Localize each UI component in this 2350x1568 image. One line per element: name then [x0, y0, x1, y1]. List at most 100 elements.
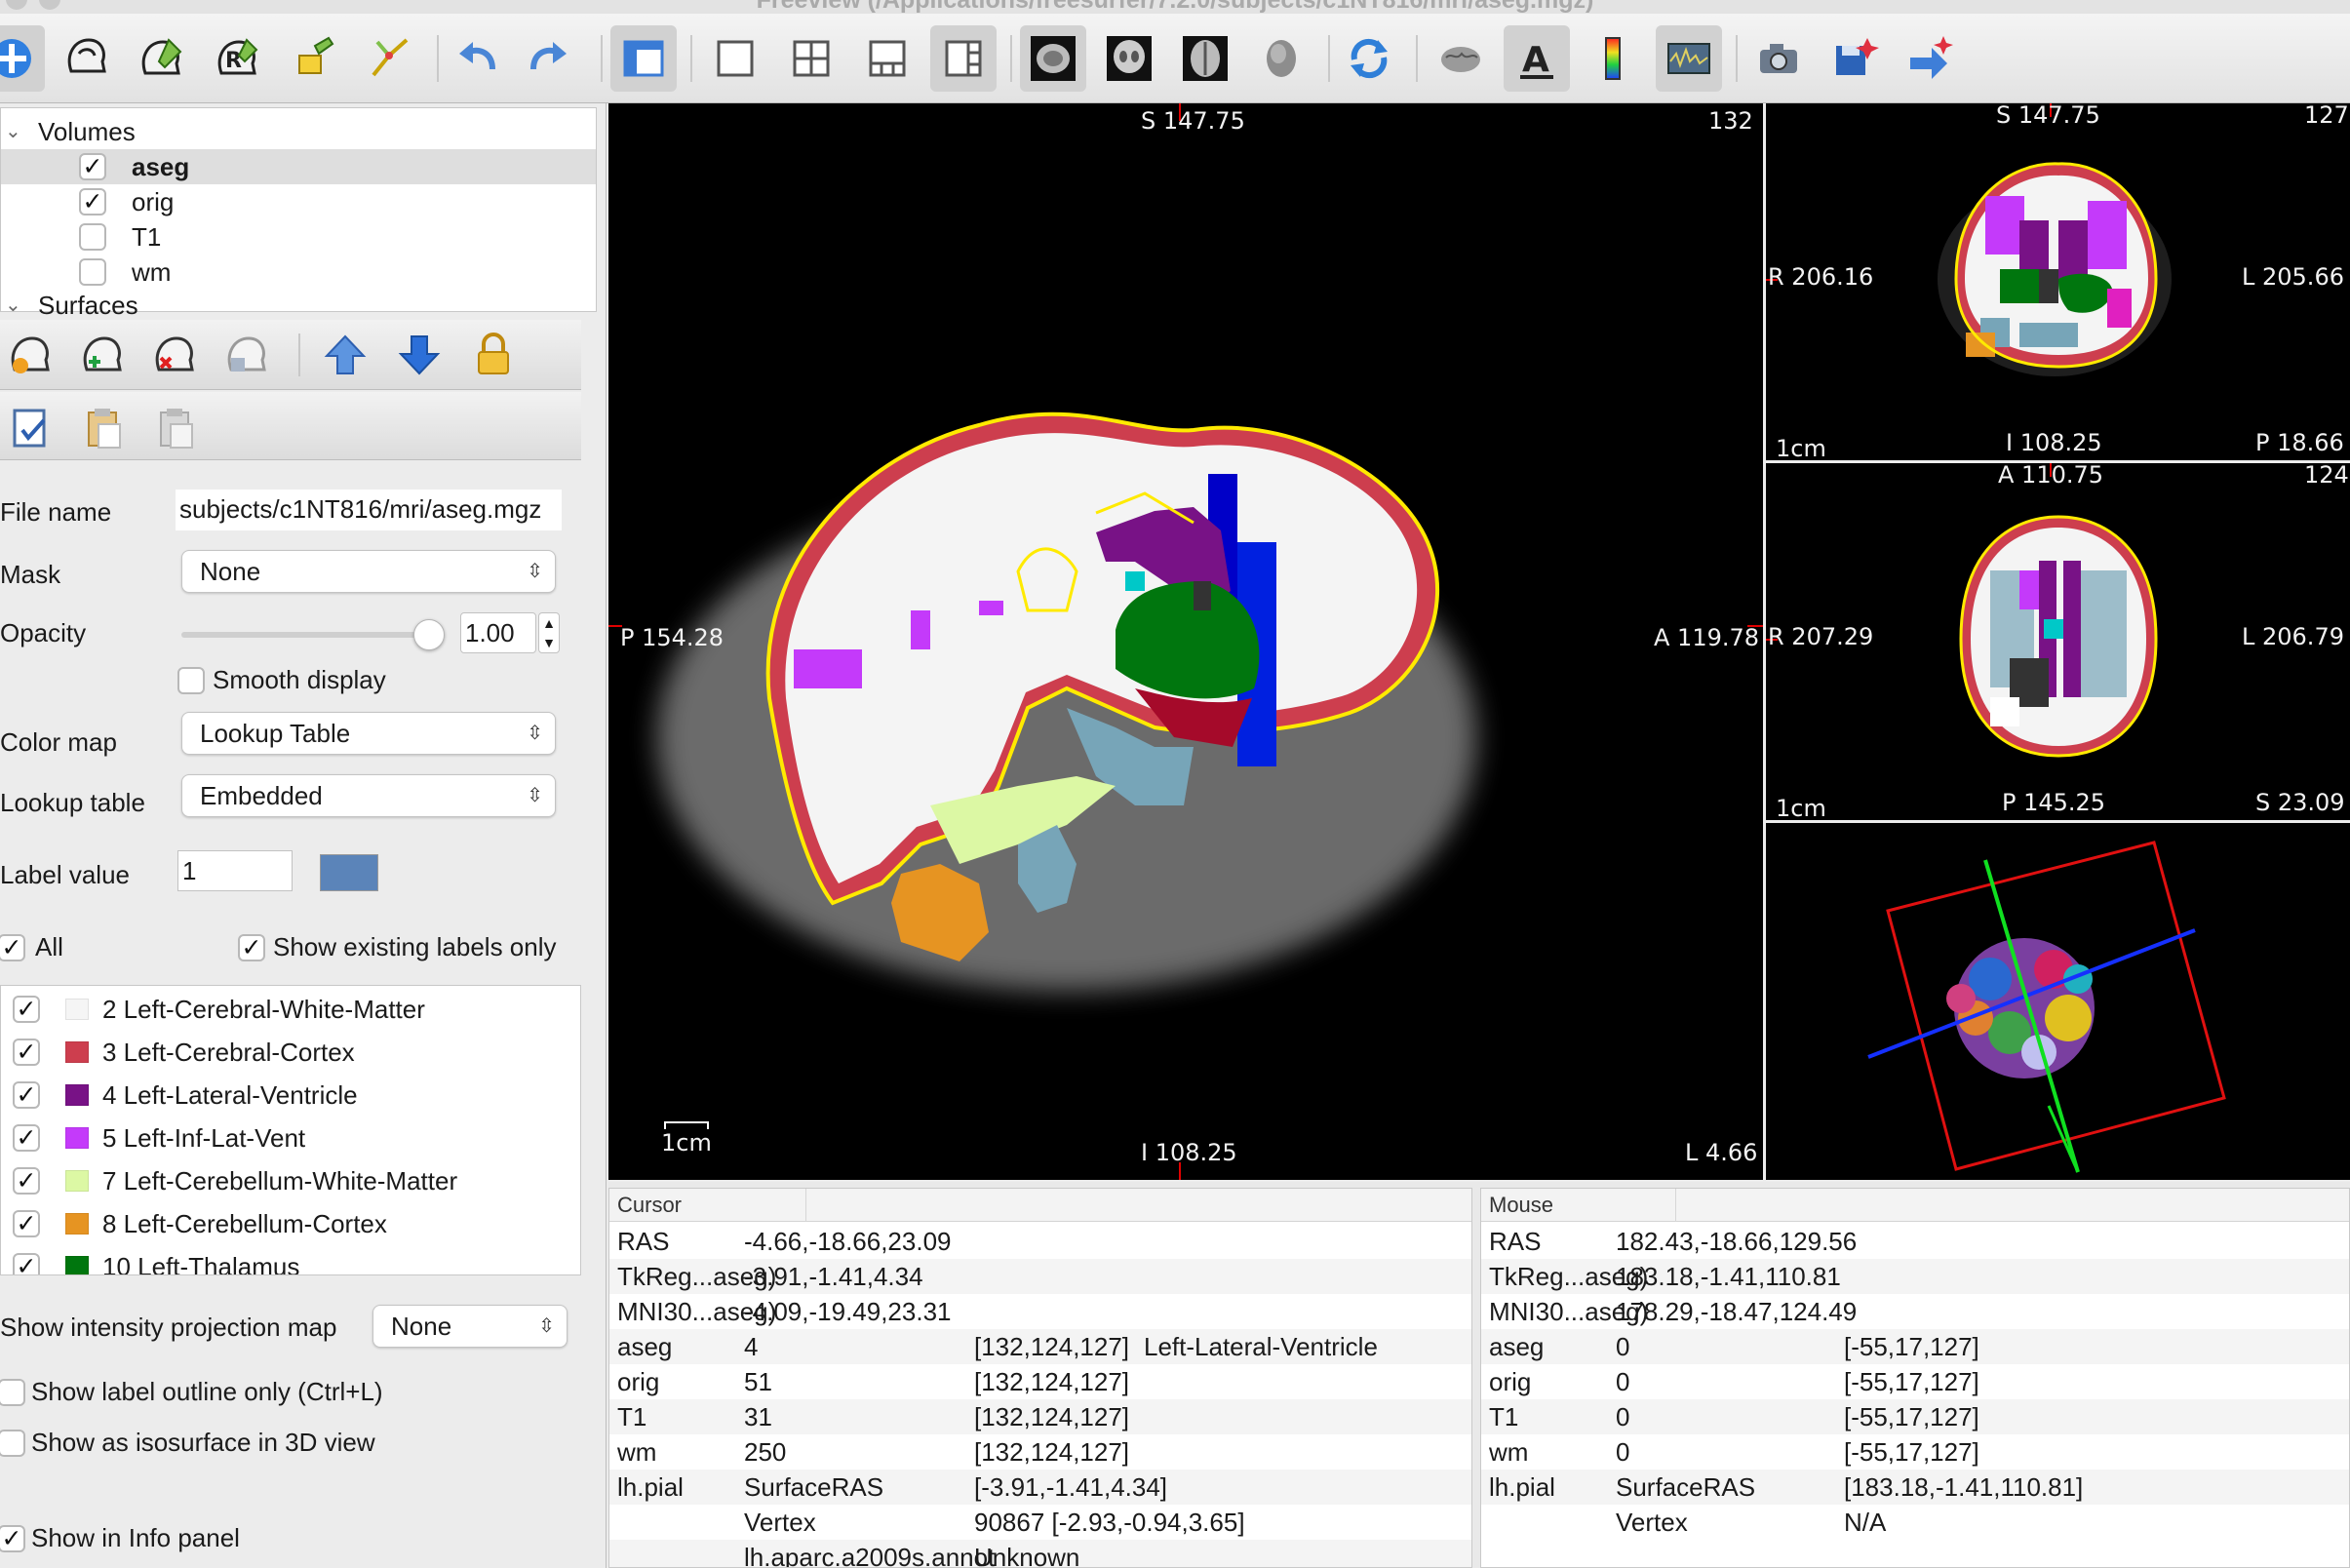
surfaces-group[interactable]: ⌄ Surfaces — [1, 288, 596, 323]
label-visibility-checkbox[interactable]: ✓ — [13, 1081, 40, 1109]
axial-scale-label: 1cm — [1776, 795, 1826, 820]
label-visibility-checkbox[interactable]: ✓ — [13, 996, 40, 1023]
3d-view[interactable] — [1766, 823, 2350, 1180]
move-layer-up-button[interactable] — [318, 328, 372, 382]
roi-edit-button[interactable] — [281, 25, 347, 92]
select-all-labels-button[interactable] — [4, 400, 59, 454]
measure-head-button[interactable] — [53, 25, 119, 92]
smooth-display-checkbox[interactable] — [177, 667, 205, 694]
layout-1-3-vertical-button[interactable] — [930, 25, 997, 92]
close-volume-button[interactable] — [148, 328, 203, 382]
show-surface-button[interactable] — [1428, 25, 1494, 92]
layer-checkbox-aseg[interactable]: ✓ — [79, 153, 106, 180]
axial-view-button[interactable] — [1172, 25, 1238, 92]
goto-point-button[interactable] — [1898, 25, 1964, 92]
opacity-spinner[interactable]: ▲ ▼ — [538, 612, 560, 653]
file-name-field[interactable]: subjects/c1NT816/mri/aseg.mgz — [176, 490, 562, 530]
goto-point-icon — [1910, 36, 1953, 79]
layer-item-t1[interactable]: T1 — [1, 219, 596, 255]
redo-icon — [530, 42, 567, 70]
axial-view[interactable]: A 110.75 124 R 207.29 L 206.79 P 145.25 … — [1766, 463, 2350, 820]
navigate-tool-button[interactable] — [0, 25, 45, 92]
label-visibility-checkbox[interactable]: ✓ — [13, 1253, 40, 1274]
show-color-scale-button[interactable] — [1580, 25, 1646, 92]
chevron-down-icon[interactable]: ⌄ — [5, 114, 21, 149]
label-value-input[interactable]: 1 — [177, 850, 293, 891]
chevron-down-icon[interactable]: ⌄ — [5, 288, 21, 323]
layout-2x2-button[interactable] — [778, 25, 844, 92]
voxel-edit-button[interactable] — [129, 25, 195, 92]
show-in-info-panel-label: Show in Info panel — [31, 1523, 240, 1552]
layer-checkbox-t1[interactable] — [79, 223, 106, 251]
main-view-corner-label: L 4.66 — [1685, 1139, 1758, 1166]
reset-view-button[interactable] — [1336, 25, 1402, 92]
layer-item-orig[interactable]: ✓ orig — [1, 184, 596, 219]
layout-1-3-button[interactable] — [854, 25, 920, 92]
show-command-console-button[interactable] — [1656, 25, 1722, 92]
label-visibility-checkbox[interactable]: ✓ — [13, 1167, 40, 1195]
head-save-icon — [227, 336, 266, 372]
new-volume-button[interactable] — [76, 328, 131, 382]
opacity-slider[interactable] — [181, 619, 445, 650]
pointset-edit-button[interactable] — [357, 25, 423, 92]
sagittal-view-button[interactable] — [1020, 25, 1086, 92]
volumes-group[interactable]: ⌄ Volumes — [1, 114, 596, 149]
layer-item-aseg[interactable]: ✓ aseg — [1, 149, 596, 184]
label-list-item[interactable]: ✓ 5 Left-Inf-Lat-Vent — [1, 1117, 580, 1159]
info-coord: [132,124,127] — [974, 1402, 1130, 1431]
sagittal-main-view[interactable]: S 147.75 132 P 154.28 A 119.78 I 108.25 … — [608, 103, 1763, 1180]
info-coord: N/A — [1844, 1508, 1887, 1537]
info-row: Vertex N/A — [1481, 1505, 2349, 1540]
label-list-item[interactable]: ✓ 8 Left-Cerebellum-Cortex — [1, 1202, 580, 1245]
show-in-info-panel-checkbox[interactable]: ✓ — [0, 1525, 25, 1552]
layer-checkbox-orig[interactable]: ✓ — [79, 188, 106, 216]
layout-1x1-button[interactable] — [702, 25, 768, 92]
info-name: aseg — [1489, 1332, 1545, 1361]
save-point-button[interactable] — [1821, 25, 1888, 92]
label-list-item[interactable]: ✓ 2 Left-Cerebral-White-Matter — [1, 988, 580, 1031]
lookup-table-select[interactable]: Embedded ⇳ — [181, 774, 556, 817]
undo-button[interactable] — [445, 25, 511, 92]
lookup-table-label: Lookup table — [0, 788, 145, 817]
info-value: Vertex — [1616, 1508, 1688, 1537]
layer-item-wm[interactable]: wm — [1, 255, 596, 290]
toggle-control-panel-button[interactable] — [610, 25, 677, 92]
label-list[interactable]: ✓ 2 Left-Cerebral-White-Matter ✓ 3 Left-Cer… — [0, 985, 581, 1275]
info-row: aseg 4 [132,124,127] Left-Lateral-Ventricle — [609, 1329, 1471, 1364]
isosurface-checkbox[interactable] — [0, 1430, 25, 1457]
copy-layer-button[interactable] — [76, 400, 131, 454]
lock-layer-button[interactable] — [466, 328, 521, 382]
color-map-select[interactable]: Lookup Table ⇳ — [181, 712, 556, 755]
show-coordinate-annotation-button[interactable]: A — [1504, 25, 1570, 92]
label-list-item[interactable]: ✓ 7 Left-Cerebellum-White-Matter — [1, 1159, 580, 1202]
recon-edit-button[interactable]: R — [205, 25, 271, 92]
label-list-item[interactable]: ✓ 3 Left-Cerebral-Cortex — [1, 1031, 580, 1074]
intensity-projection-select[interactable]: None ⇳ — [372, 1305, 568, 1348]
label-color-swatch[interactable] — [320, 854, 378, 891]
all-labels-checkbox[interactable]: ✓ — [0, 934, 25, 961]
cursor-info-panel[interactable]: Cursor RAS -4.66,-18.66,23.09 TkReg...aseg… — [608, 1188, 1472, 1568]
paste-layer-button[interactable] — [148, 400, 203, 454]
mouse-info-panel[interactable]: Mouse RAS 182.43,-18.66,129.56 TkReg...ase… — [1480, 1188, 2350, 1568]
load-volume-button[interactable] — [4, 328, 59, 382]
move-layer-down-button[interactable] — [392, 328, 447, 382]
save-screenshot-button[interactable] — [1745, 25, 1812, 92]
label-visibility-checkbox[interactable]: ✓ — [13, 1124, 40, 1152]
coronal-view[interactable]: S 147.75 127 R 206.16 L 205.66 I 108.25 … — [1766, 103, 2350, 460]
opacity-slider-handle[interactable] — [413, 619, 445, 650]
opacity-input[interactable]: 1.00 — [460, 612, 536, 653]
coronal-view-button[interactable] — [1096, 25, 1162, 92]
info-coord: Unknown — [974, 1543, 1080, 1568]
label-outline-label: Show label outline only (Ctrl+L) — [31, 1377, 383, 1406]
label-visibility-checkbox[interactable]: ✓ — [13, 1210, 40, 1237]
3d-view-button[interactable] — [1248, 25, 1314, 92]
label-outline-checkbox[interactable] — [0, 1379, 25, 1406]
show-existing-labels-checkbox[interactable]: ✓ — [238, 934, 265, 961]
redo-button[interactable] — [515, 25, 581, 92]
label-list-item[interactable]: ✓ 10 Left-Thalamus — [1, 1245, 580, 1274]
layer-checkbox-wm[interactable] — [79, 258, 106, 286]
save-volume-button[interactable] — [220, 328, 275, 382]
label-visibility-checkbox[interactable]: ✓ — [13, 1039, 40, 1066]
label-list-item[interactable]: ✓ 4 Left-Lateral-Ventricle — [1, 1074, 580, 1117]
mask-select[interactable]: None ⇳ — [181, 550, 556, 593]
